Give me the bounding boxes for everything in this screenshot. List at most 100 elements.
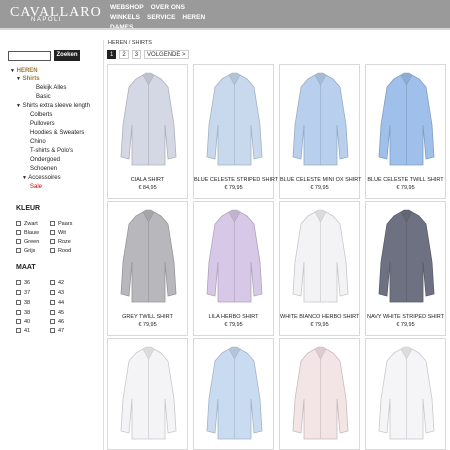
- product-name[interactable]: LILA HERBO SHIRT: [194, 314, 273, 320]
- checkbox[interactable]: [50, 319, 55, 325]
- checkbox[interactable]: [16, 290, 21, 296]
- product-name[interactable]: BLUE CELESTE MINI OX SHIRT: [280, 177, 362, 183]
- shirt-image[interactable]: [280, 202, 361, 310]
- size-filter[interactable]: 45: [50, 310, 64, 317]
- shirt-image[interactable]: [194, 339, 275, 447]
- nav-heren[interactable]: HEREN: [182, 13, 205, 23]
- nav-winkels[interactable]: WINKELS: [110, 13, 140, 23]
- page-1-button[interactable]: 1: [107, 50, 117, 59]
- color-filter-paars[interactable]: Paars: [50, 221, 72, 228]
- product-name[interactable]: CIALA SHIRT: [108, 177, 187, 183]
- checkbox[interactable]: [16, 310, 21, 316]
- category-hoodies[interactable]: Hoodies & Sweaters: [30, 129, 84, 137]
- category-tshirts[interactable]: T-shirts & Polo's: [30, 147, 73, 155]
- checkbox[interactable]: [16, 280, 21, 286]
- size-filter[interactable]: 42: [50, 280, 64, 287]
- size-filter[interactable]: 44: [50, 300, 64, 307]
- checkbox[interactable]: [50, 248, 55, 254]
- product-price: € 79,95: [224, 185, 243, 191]
- product-card[interactable]: BLUE CELESTE STRIPED SHIRT € 79,95: [193, 64, 278, 199]
- category-heren[interactable]: ▼ HEREN: [10, 67, 38, 75]
- category-chino[interactable]: Chino: [30, 138, 46, 146]
- color-filter-rood[interactable]: Rood: [50, 248, 71, 255]
- category-shirts-extra[interactable]: ▼ Shirts extra sleeve length: [16, 102, 90, 110]
- product-name[interactable]: NAVY WHITE STRIPED SHIRT: [366, 314, 445, 320]
- product-name[interactable]: BLUE CELESTE TWILL SHIRT: [366, 177, 445, 183]
- category-accessoires[interactable]: ▼ Accessoires: [22, 174, 61, 182]
- checkbox[interactable]: [50, 300, 55, 306]
- category-bekijk-alles[interactable]: Bekijk Alles: [36, 84, 66, 92]
- checkbox[interactable]: [16, 300, 21, 306]
- nav-over-ons[interactable]: OVER ONS: [151, 3, 185, 13]
- checkbox[interactable]: [16, 328, 21, 334]
- checkbox[interactable]: [16, 239, 21, 245]
- shirt-image[interactable]: [366, 339, 447, 447]
- product-card[interactable]: BLUE CELESTE MINI OX SHIRT € 79,95: [279, 64, 362, 199]
- shirt-image[interactable]: [108, 339, 189, 447]
- size-filter[interactable]: 38: [16, 300, 30, 307]
- color-filter-blauw[interactable]: Blauw: [16, 230, 39, 237]
- size-filter[interactable]: 46: [50, 319, 64, 326]
- product-card[interactable]: CIALA SHIRT € 84,95: [107, 64, 188, 199]
- next-page-button[interactable]: VOLGENDE >: [144, 50, 189, 59]
- shirt-image[interactable]: [280, 339, 361, 447]
- nav-webshop[interactable]: WEBSHOP: [110, 3, 144, 13]
- shirt-image[interactable]: [108, 65, 189, 173]
- color-filter-grijs[interactable]: Grijs: [16, 248, 35, 255]
- shirt-image[interactable]: [108, 202, 189, 310]
- product-card[interactable]: [107, 338, 188, 450]
- checkbox[interactable]: [16, 248, 21, 254]
- color-filter-roze[interactable]: Roze: [50, 239, 71, 246]
- page-2-button[interactable]: 2: [119, 50, 129, 59]
- size-filter[interactable]: 37: [16, 290, 30, 297]
- product-name[interactable]: WHITE BIANCO HERBO SHIRT: [280, 314, 359, 320]
- checkbox[interactable]: [50, 310, 55, 316]
- size-filter[interactable]: 36: [16, 280, 30, 287]
- category-sale[interactable]: Sale: [30, 183, 42, 191]
- checkbox[interactable]: [50, 290, 55, 296]
- page-3-button[interactable]: 3: [131, 50, 142, 59]
- product-card[interactable]: GREY TWILL SHIRT € 79,95: [107, 201, 188, 336]
- category-colberts[interactable]: Colberts: [30, 111, 52, 119]
- color-filter-zwart[interactable]: Zwart: [16, 221, 38, 228]
- shirt-image[interactable]: [280, 65, 361, 173]
- shirt-image[interactable]: [194, 65, 275, 173]
- category-schoenen[interactable]: Schoenen: [30, 165, 57, 173]
- checkbox[interactable]: [16, 230, 21, 236]
- shirt-image[interactable]: [366, 202, 447, 310]
- checkbox[interactable]: [50, 328, 55, 334]
- category-pullovers[interactable]: Pullovers: [30, 120, 55, 128]
- checkbox[interactable]: [16, 319, 21, 325]
- size-filter[interactable]: 47: [50, 328, 64, 335]
- product-card[interactable]: WHITE BIANCO HERBO SHIRT € 79,95: [279, 201, 360, 336]
- product-name[interactable]: GREY TWILL SHIRT: [108, 314, 187, 320]
- nav-service[interactable]: SERVICE: [147, 13, 175, 23]
- product-price: € 79,95: [310, 322, 329, 328]
- checkbox[interactable]: [50, 230, 55, 236]
- product-card[interactable]: BLUE CELESTE TWILL SHIRT € 79,95: [365, 64, 446, 199]
- category-ondergoed[interactable]: Ondergoed: [30, 156, 60, 164]
- size-filter[interactable]: 38: [16, 310, 30, 317]
- product-card[interactable]: NAVY WHITE STRIPED SHIRT € 79,95: [365, 201, 446, 336]
- size-filter[interactable]: 41: [16, 328, 30, 335]
- product-card[interactable]: [365, 338, 446, 450]
- size-filter[interactable]: 40: [16, 319, 30, 326]
- product-name[interactable]: BLUE CELESTE STRIPED SHIRT: [194, 177, 278, 183]
- checkbox[interactable]: [50, 221, 55, 227]
- checkbox[interactable]: [50, 280, 55, 286]
- search-button[interactable]: Zoeken: [54, 50, 80, 61]
- product-card[interactable]: [279, 338, 360, 450]
- search-input[interactable]: [8, 51, 51, 61]
- size-filter[interactable]: 43: [50, 290, 64, 297]
- category-basic[interactable]: Basic: [36, 93, 51, 101]
- shirt-image[interactable]: [194, 202, 275, 310]
- shirt-image[interactable]: [366, 65, 447, 173]
- product-card[interactable]: [193, 338, 274, 450]
- color-filter-wit[interactable]: Wit: [50, 230, 66, 237]
- product-card[interactable]: LILA HERBO SHIRT € 79,95: [193, 201, 274, 336]
- category-shirts[interactable]: ▼ Shirts: [16, 75, 40, 83]
- checkbox[interactable]: [16, 221, 21, 227]
- color-filter-green[interactable]: Green: [16, 239, 39, 246]
- breadcrumb[interactable]: HEREN / SHIRTS: [108, 40, 152, 46]
- checkbox[interactable]: [50, 239, 55, 245]
